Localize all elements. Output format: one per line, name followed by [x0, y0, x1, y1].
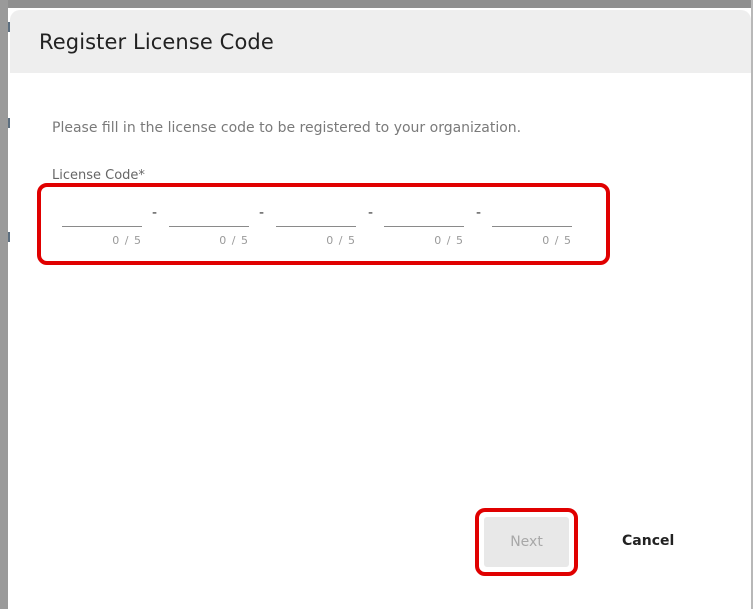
license-code-input-3[interactable] — [276, 205, 356, 227]
dialog-title: Register License Code — [39, 29, 274, 54]
instruction-text: Please fill in the license code to be re… — [52, 120, 522, 136]
license-segment-1: 0 / 5 — [62, 205, 142, 255]
license-segment-4: 0 / 5 — [384, 205, 464, 255]
character-counter: 0 / 5 — [434, 234, 464, 247]
license-segment-5: 0 / 5 — [492, 205, 572, 255]
license-code-input-1[interactable] — [62, 205, 142, 227]
character-counter: 0 / 5 — [542, 234, 572, 247]
license-segment-3: 0 / 5 — [276, 205, 356, 255]
code-separator: - — [476, 205, 482, 221]
license-code-label: License Code* — [52, 168, 145, 183]
license-code-input-5[interactable] — [492, 205, 572, 227]
code-separator: - — [368, 205, 374, 221]
dialog-header: Register License Code — [10, 10, 751, 73]
cancel-button[interactable]: Cancel — [622, 533, 674, 549]
character-counter: 0 / 5 — [112, 234, 142, 247]
license-code-inputs: 0 / 5 - 0 / 5 - 0 / 5 - 0 / 5 - 0 / 5 — [52, 205, 572, 255]
code-separator: - — [152, 205, 158, 221]
license-code-input-2[interactable] — [169, 205, 249, 227]
background-top-bar — [0, 0, 753, 8]
background-left-edge — [0, 0, 8, 609]
character-counter: 0 / 5 — [326, 234, 356, 247]
license-segment-2: 0 / 5 — [169, 205, 249, 255]
register-license-dialog: Register License Code — [10, 10, 751, 609]
license-code-input-4[interactable] — [384, 205, 464, 227]
code-separator: - — [259, 205, 265, 221]
next-button[interactable]: Next — [484, 517, 569, 567]
dialog-body: Please fill in the license code to be re… — [52, 120, 733, 183]
character-counter: 0 / 5 — [219, 234, 249, 247]
